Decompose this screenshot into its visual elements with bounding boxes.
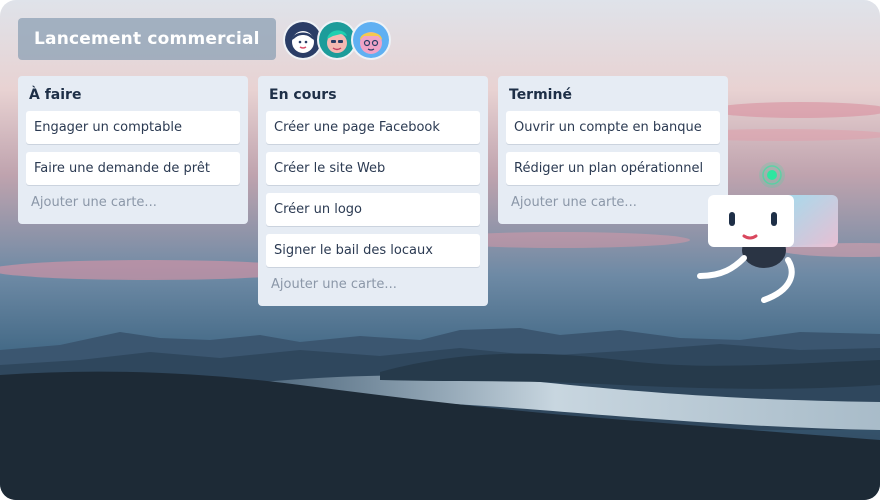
list-en-cours: En cours Créer une page Facebook Créer l… <box>258 76 488 306</box>
card[interactable]: Faire une demande de prêt <box>26 152 240 185</box>
card[interactable]: Créer une page Facebook <box>266 111 480 144</box>
add-card-button[interactable]: Ajouter une carte... <box>26 193 240 216</box>
card[interactable]: Créer un logo <box>266 193 480 226</box>
robot-mascot-icon <box>697 162 838 303</box>
card[interactable]: Rédiger un plan opérationnel <box>506 152 720 185</box>
card[interactable]: Signer le bail des locaux <box>266 234 480 267</box>
add-card-button[interactable]: Ajouter une carte... <box>506 193 720 216</box>
list-title[interactable]: Terminé <box>506 76 720 111</box>
list-a-faire: À faire Engager un comptable Faire une d… <box>18 76 248 224</box>
card[interactable]: Créer le site Web <box>266 152 480 185</box>
board-title[interactable]: Lancement commercial <box>18 18 276 60</box>
list-title[interactable]: À faire <box>26 76 240 111</box>
board-frame: Lancement commercial À faire Engager un … <box>0 0 880 500</box>
member-avatars <box>283 20 391 60</box>
signal-dot-icon <box>759 162 785 188</box>
member-avatar-3[interactable] <box>351 20 391 60</box>
add-card-button[interactable]: Ajouter une carte... <box>266 275 480 298</box>
card[interactable]: Ouvrir un compte en banque <box>506 111 720 144</box>
list-title[interactable]: En cours <box>266 76 480 111</box>
card[interactable]: Engager un comptable <box>26 111 240 144</box>
